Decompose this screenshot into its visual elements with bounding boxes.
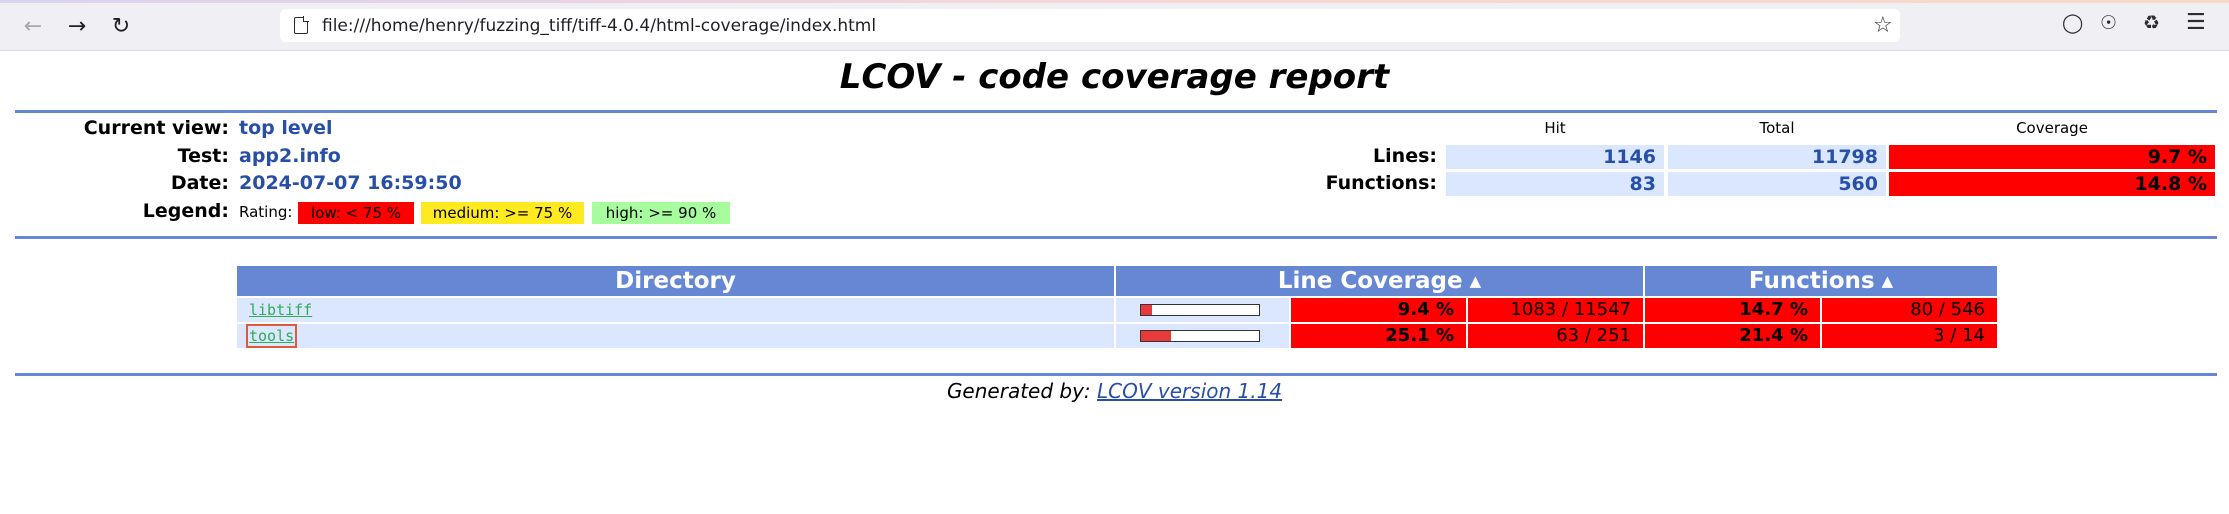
footer-prefix: Generated by: [946, 379, 1098, 403]
functions-total: 560 [1668, 172, 1886, 196]
line-coverage-bar [1116, 298, 1289, 322]
directory-header-label: Directory [615, 268, 736, 294]
test-value: app2.info [239, 145, 341, 167]
current-view-value: top level [239, 117, 333, 139]
footer: Generated by: LCOV version 1.14 [0, 379, 2229, 403]
directory-header: Directory [237, 266, 1114, 296]
legend-high: high: >= 90 % [592, 202, 730, 224]
hit-header: Hit [1544, 119, 1566, 137]
account-icon[interactable]: ☉ [2100, 12, 2117, 34]
top-ruler [15, 110, 2217, 113]
url-bar[interactable]: file:///home/henry/fuzzing_tiff/tiff-4.0… [280, 9, 1900, 42]
table-row: libtiff [237, 298, 1114, 322]
coverage-header: Coverage [2016, 119, 2088, 137]
functions-header-label: Functions [1748, 268, 1875, 294]
extensions-icon[interactable]: ♻ [2143, 12, 2160, 34]
back-arrow-icon[interactable]: ← [18, 11, 48, 41]
line-coverage-percent: 25.1 % [1291, 324, 1466, 348]
date-label: Date: [170, 172, 229, 194]
lines-total: 11798 [1668, 145, 1886, 169]
legend-label: Legend: [142, 200, 229, 222]
sort-icon[interactable]: ▲︎ [1470, 272, 1482, 290]
functions-count: 80 / 546 [1822, 298, 1997, 322]
pocket-icon[interactable]: ◯ [2062, 12, 2083, 34]
date-value: 2024-07-07 16:59:50 [239, 172, 462, 194]
url-text[interactable]: file:///home/henry/fuzzing_tiff/tiff-4.0… [322, 16, 876, 36]
report-page: LCOV - code coverage report Current view… [0, 51, 2229, 514]
line-coverage-header-label: Line Coverage [1277, 268, 1463, 294]
reload-icon[interactable]: ↻ [106, 11, 136, 41]
coverage-bar-fill [1141, 305, 1153, 315]
lines-hit: 1146 [1446, 145, 1664, 169]
sort-icon[interactable]: ▲︎ [1882, 272, 1894, 290]
functions-percent: 21.4 % [1645, 324, 1820, 348]
current-view-label: Current view: [83, 117, 229, 139]
coverage-bar-track [1140, 304, 1260, 316]
page-icon [294, 16, 309, 34]
bottom-ruler [15, 373, 2217, 376]
rating-text: Rating: [239, 203, 293, 221]
coverage-bar-track [1140, 330, 1260, 342]
test-label: Test: [177, 145, 229, 167]
line-coverage-bar [1116, 324, 1289, 348]
functions-percent: 14.7 % [1645, 298, 1820, 322]
table-row: tools [237, 324, 1114, 348]
functions-coverage: 14.8 % [1889, 172, 2215, 196]
directory-link-tools[interactable]: tools [245, 324, 298, 348]
coverage-bar-fill [1141, 331, 1171, 341]
functions-count: 3 / 14 [1822, 324, 1997, 348]
total-header: Total [1759, 119, 1795, 137]
lines-coverage: 9.7 % [1889, 145, 2215, 169]
lcov-version-link[interactable]: LCOV version 1.14 [1097, 379, 1282, 403]
line-coverage-count: 63 / 251 [1468, 324, 1643, 348]
menu-icon[interactable]: ☰ [2186, 10, 2206, 35]
functions-header[interactable]: Functions ▲︎ [1645, 266, 1997, 296]
toolbar-accent [0, 0, 2229, 3]
functions-hit: 83 [1446, 172, 1664, 196]
legend-medium: medium: >= 75 % [421, 202, 584, 224]
forward-arrow-icon[interactable]: → [62, 11, 92, 41]
legend-low: low: < 75 % [298, 202, 414, 224]
page-title: LCOV - code coverage report [839, 57, 1390, 97]
directory-link-libtiff[interactable]: libtiff [249, 301, 312, 319]
functions-label: Functions: [1325, 172, 1437, 194]
line-coverage-header[interactable]: Line Coverage ▲︎ [1116, 266, 1643, 296]
line-coverage-count: 1083 / 11547 [1468, 298, 1643, 322]
browser-toolbar: ← → ↻ file:///home/henry/fuzzing_tiff/ti… [0, 0, 2229, 51]
star-icon[interactable]: ☆ [1873, 13, 1893, 38]
lines-label: Lines: [1373, 145, 1437, 167]
middle-ruler [15, 236, 2217, 239]
line-coverage-percent: 9.4 % [1291, 298, 1466, 322]
